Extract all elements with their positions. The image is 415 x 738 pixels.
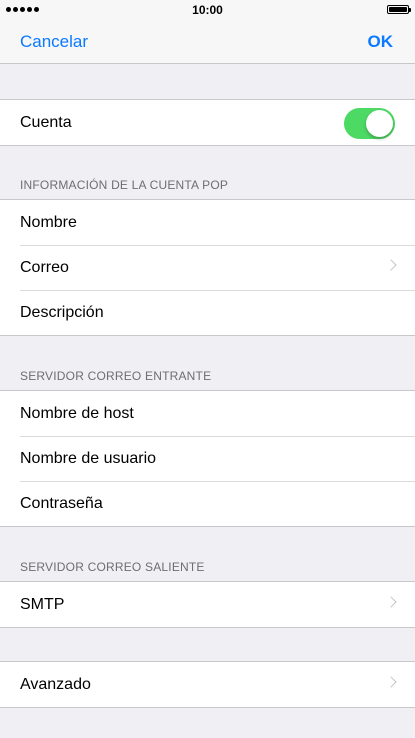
account-row: Cuenta bbox=[0, 100, 415, 145]
outgoing-server-group: SMTP bbox=[0, 581, 415, 628]
advanced-label: Avanzado bbox=[20, 675, 91, 693]
navigation-bar: Cancelar OK bbox=[0, 20, 415, 64]
email-label: Correo bbox=[20, 258, 69, 276]
chevron-right-icon bbox=[385, 259, 397, 271]
email-row[interactable]: Correo bbox=[0, 245, 415, 290]
description-label: Descripción bbox=[20, 303, 104, 321]
pop-info-group: Nombre Correo Descripción bbox=[0, 199, 415, 336]
done-button[interactable]: OK bbox=[368, 32, 394, 52]
advanced-group: Avanzado bbox=[0, 661, 415, 708]
cancel-button[interactable]: Cancelar bbox=[20, 32, 88, 52]
account-toggle[interactable] bbox=[344, 108, 395, 139]
account-group: Cuenta bbox=[0, 99, 415, 146]
smtp-row[interactable]: SMTP bbox=[0, 582, 415, 627]
battery-icon bbox=[387, 5, 411, 14]
name-label: Nombre bbox=[20, 213, 77, 231]
advanced-row[interactable]: Avanzado bbox=[0, 662, 415, 707]
status-time: 10:00 bbox=[192, 3, 223, 17]
status-bar: 10:00 bbox=[0, 0, 415, 20]
chevron-right-icon bbox=[385, 676, 397, 688]
account-label: Cuenta bbox=[20, 113, 72, 131]
outgoing-section-header: SERVIDOR CORREO SALIENTE bbox=[20, 560, 205, 574]
username-label: Nombre de usuario bbox=[20, 449, 157, 467]
toggle-knob bbox=[366, 110, 393, 137]
pop-section-header: INFORMACIÓN DE LA CUENTA POP bbox=[20, 178, 229, 192]
chevron-right-icon bbox=[385, 596, 397, 608]
description-row[interactable]: Descripción bbox=[0, 290, 415, 335]
password-label: Contraseña bbox=[20, 494, 103, 512]
incoming-server-group: Nombre de host Nombre de usuario Contras… bbox=[0, 390, 415, 527]
incoming-section-header: SERVIDOR CORREO ENTRANTE bbox=[20, 369, 212, 383]
username-row[interactable]: Nombre de usuario bbox=[0, 436, 415, 481]
password-row[interactable]: Contraseña bbox=[0, 481, 415, 526]
name-row[interactable]: Nombre bbox=[0, 200, 415, 245]
hostname-label: Nombre de host bbox=[20, 404, 134, 422]
hostname-row[interactable]: Nombre de host bbox=[0, 391, 415, 436]
smtp-label: SMTP bbox=[20, 595, 65, 613]
